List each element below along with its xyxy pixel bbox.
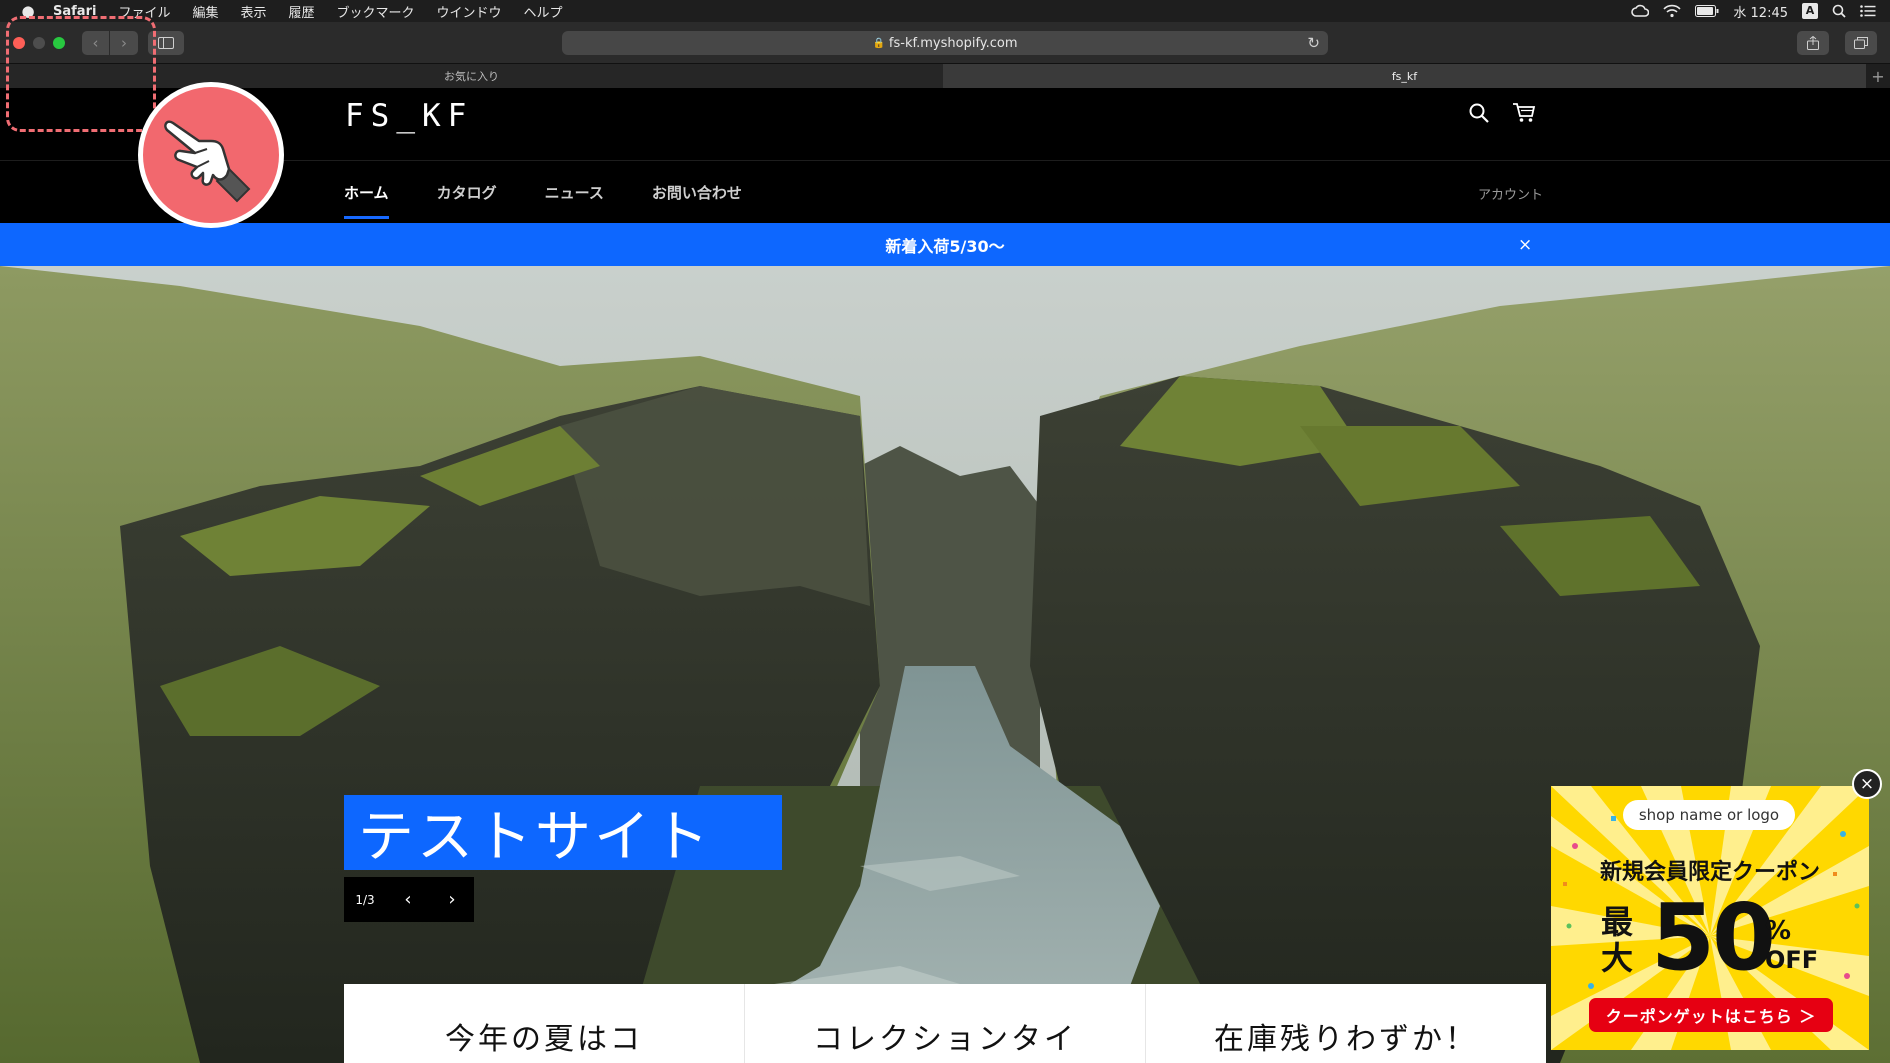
chevron-left-icon: ‹ xyxy=(404,889,412,910)
safari-toolbar: ‹ › 🔒 fs-kf.myshopify.com ↻ xyxy=(0,22,1890,64)
address-bar[interactable]: 🔒 fs-kf.myshopify.com ↻ xyxy=(562,31,1328,55)
plus-icon: + xyxy=(1871,66,1885,86)
coupon-close-button[interactable]: × xyxy=(1852,769,1882,799)
account-link[interactable]: アカウント xyxy=(1478,184,1543,203)
address-url: fs-kf.myshopify.com xyxy=(888,35,1018,51)
coupon-percent-sign: % xyxy=(1765,916,1792,946)
macos-menubar: ● Safari ファイル 編集 表示 履歴 ブックマーク ウインドウ ヘルプ … xyxy=(0,0,1890,22)
tab-label: お気に入り xyxy=(444,70,499,83)
wifi-icon[interactable] xyxy=(1663,4,1681,18)
collection-card[interactable]: 今年の夏はコ xyxy=(344,984,745,1063)
slide-prev-button[interactable]: ‹ xyxy=(386,877,430,922)
chevron-right-icon: › xyxy=(448,889,456,910)
slide-counter: 1/3 xyxy=(344,877,386,922)
coupon-popup[interactable]: shop name or logo 新規会員限定クーポン 最大 50 % OFF… xyxy=(1551,786,1869,1050)
reload-icon[interactable]: ↻ xyxy=(1307,34,1320,52)
tab-overview-icon xyxy=(1854,37,1868,49)
coupon-off-label: OFF xyxy=(1765,946,1819,974)
close-icon: × xyxy=(1859,774,1875,794)
slide-next-button[interactable]: › xyxy=(430,877,474,922)
menu-edit[interactable]: 編集 xyxy=(181,2,229,21)
menu-bookmarks[interactable]: ブックマーク xyxy=(326,2,426,21)
nav-item-catalog[interactable]: カタログ xyxy=(437,182,497,219)
tab-label: fs_kf xyxy=(1391,69,1418,83)
lock-icon: 🔒 xyxy=(872,37,885,49)
tab-overview-button[interactable] xyxy=(1845,31,1877,55)
coupon-max-label: 最大 xyxy=(1601,903,1634,977)
menu-help[interactable]: ヘルプ xyxy=(513,2,574,21)
menu-view[interactable]: 表示 xyxy=(229,2,277,21)
input-method-icon[interactable]: A xyxy=(1802,3,1818,19)
main-navigation: ホーム カタログ ニュース お問い合わせ xyxy=(344,182,790,219)
tutorial-pointer-badge xyxy=(138,82,284,228)
collection-card[interactable]: 在庫残りわずか！ xyxy=(1146,984,1546,1063)
tab-fs-kf[interactable]: fs_kf xyxy=(944,64,1866,88)
creative-cloud-icon[interactable] xyxy=(1631,4,1650,18)
sidebar-icon xyxy=(158,37,174,49)
menu-history[interactable]: 履歴 xyxy=(277,2,325,21)
shop-logo[interactable]: FS_KF xyxy=(345,98,473,134)
header-search-button[interactable] xyxy=(1468,102,1490,128)
notification-center-icon[interactable] xyxy=(1860,5,1876,17)
share-button[interactable] xyxy=(1797,31,1829,55)
collection-card[interactable]: コレクションタイ xyxy=(745,984,1146,1063)
share-icon xyxy=(1807,36,1819,50)
header-cart-button[interactable] xyxy=(1512,102,1536,128)
nav-item-news[interactable]: ニュース xyxy=(545,182,604,219)
featured-collections: 今年の夏はコ コレクションタイ 在庫残りわずか！ xyxy=(344,984,1546,1063)
menu-window[interactable]: ウインドウ xyxy=(426,2,513,21)
cart-icon xyxy=(1513,103,1536,122)
get-coupon-button[interactable]: クーポンゲットはこちら ＞ xyxy=(1589,998,1833,1032)
coupon-heading: 新規会員限定クーポン xyxy=(1599,860,1820,885)
new-tab-button[interactable]: + xyxy=(1866,64,1890,88)
battery-icon[interactable] xyxy=(1695,5,1719,17)
menubar-status-area: 水 12:45 A xyxy=(1631,0,1876,22)
slideshow-controls: 1/3 ‹ › xyxy=(344,877,474,922)
hero-title: テストサイト xyxy=(344,795,782,870)
coupon-shop-name: shop name or logo xyxy=(1623,800,1795,830)
tab-bar: お気に入り fs_kf + xyxy=(0,64,1890,88)
announcement-text[interactable]: 新着入荷5/30〜 xyxy=(885,233,1004,257)
coupon-discount-number: 50 xyxy=(1651,884,1776,991)
tutorial-highlight-box xyxy=(6,16,156,132)
nav-item-home[interactable]: ホーム xyxy=(344,182,389,219)
nav-item-contact[interactable]: お問い合わせ xyxy=(652,182,742,219)
announcement-bar: 新着入荷5/30〜 × xyxy=(0,223,1890,266)
search-icon xyxy=(1469,103,1489,123)
announcement-close-icon[interactable]: × xyxy=(1518,235,1532,255)
spotlight-search-icon[interactable] xyxy=(1832,4,1846,18)
menubar-clock[interactable]: 水 12:45 xyxy=(1733,2,1788,21)
pointing-hand-icon xyxy=(164,120,251,203)
